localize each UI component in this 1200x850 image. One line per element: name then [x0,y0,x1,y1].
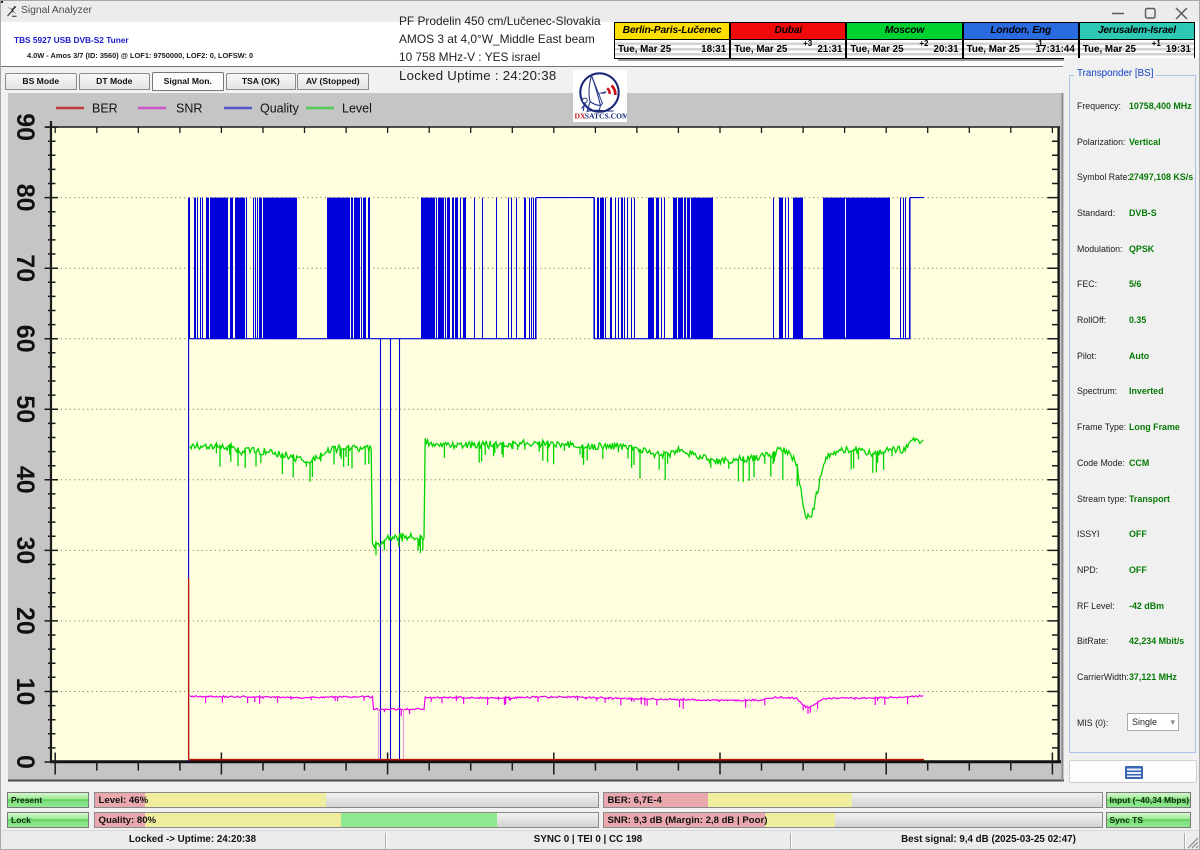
svg-text:SNR: SNR [176,102,202,116]
svg-text:60: 60 [11,325,39,353]
svg-text:Level: Level [342,102,372,116]
svg-text:30: 30 [11,536,39,564]
svg-text:Quality: Quality [260,102,300,116]
svg-text:50: 50 [11,395,39,423]
svg-text:40: 40 [11,466,39,494]
svg-text:90: 90 [11,113,39,141]
svg-text:SATCS.COM: SATCS.COM [585,112,627,121]
svg-text:70: 70 [11,254,39,282]
svg-text:10: 10 [11,678,39,706]
svg-text:20: 20 [11,607,39,635]
svg-text:80: 80 [11,184,39,212]
svg-text:0: 0 [11,755,39,769]
svg-text:BER: BER [92,102,118,116]
